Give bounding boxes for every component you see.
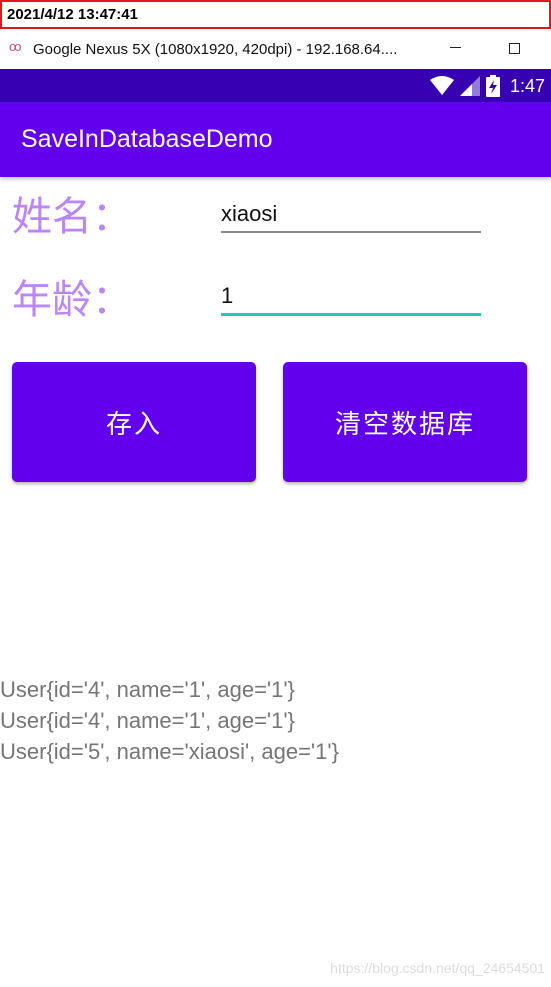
age-input[interactable] [221, 279, 481, 316]
window-title: Google Nexus 5X (1080x1920, 420dpi) - 19… [33, 41, 398, 58]
emulator-titlebar: oo Google Nexus 5X (1080x1920, 420dpi) -… [0, 29, 551, 69]
app-toolbar: SaveInDatabaseDemo [0, 102, 551, 177]
maximize-button[interactable] [509, 43, 520, 54]
android-status-bar: 1:47 [0, 69, 551, 102]
name-input[interactable] [221, 197, 481, 233]
cell-signal-icon [459, 76, 480, 96]
list-item: User{id='5', name='xiaosi', age='1'} [0, 739, 339, 764]
capture-timestamp: 2021/4/12 13:47:41 [7, 6, 138, 23]
capture-timestamp-box: 2021/4/12 13:47:41 [0, 0, 551, 29]
records-list: User{id='4', name='1', age='1'} User{id=… [0, 674, 339, 767]
status-time: 1:47 [509, 75, 545, 96]
wifi-icon [429, 76, 454, 95]
list-item: User{id='4', name='1', age='1'} [0, 677, 295, 702]
app-title: SaveInDatabaseDemo [21, 125, 273, 153]
age-label: 年龄： [12, 278, 132, 322]
list-item: User{id='4', name='1', age='1'} [0, 708, 295, 733]
save-button[interactable]: 存入 [12, 362, 256, 482]
clear-database-button[interactable]: 清空数据库 [283, 362, 527, 482]
name-label: 姓名： [12, 195, 132, 239]
minimize-button[interactable] [450, 47, 461, 48]
emulator-app-icon: oo [9, 39, 22, 54]
battery-charging-icon [485, 75, 500, 97]
watermark: https://blog.csdn.net/qq_24654501 [330, 960, 545, 976]
